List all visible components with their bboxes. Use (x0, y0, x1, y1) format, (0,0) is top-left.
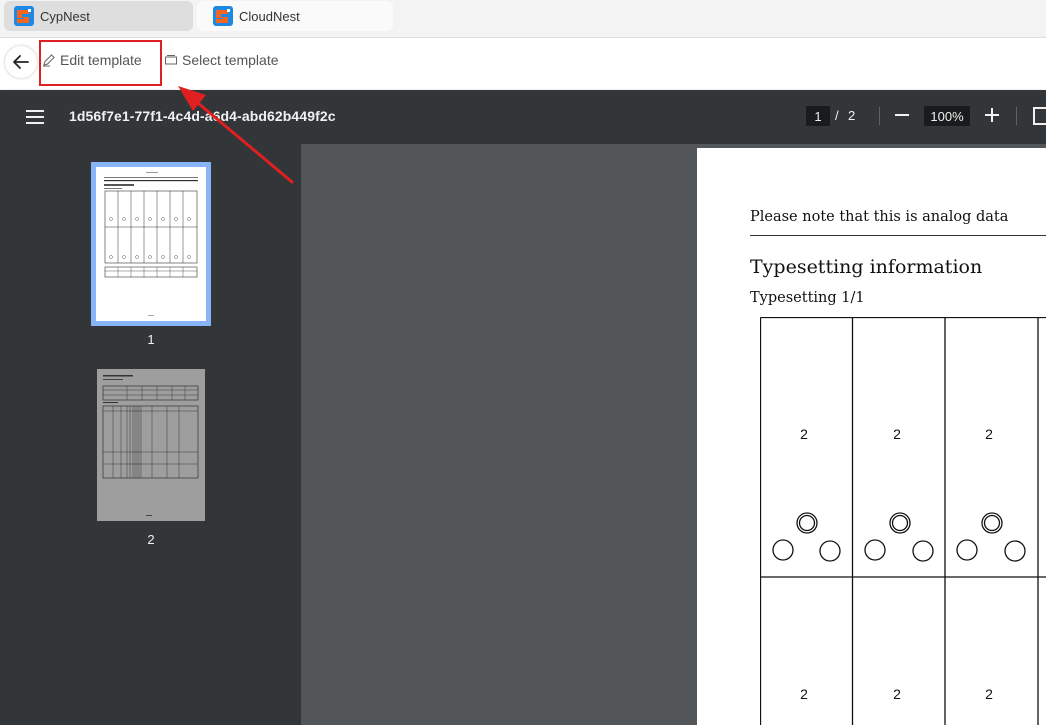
page-thumbnail-1[interactable] (91, 162, 211, 326)
tab-cloudnest[interactable]: CloudNest (197, 1, 393, 31)
cell-value: 2 (985, 686, 993, 702)
typesetting-layout-grid: 2 2 2 2 2 2 (760, 317, 1046, 725)
template-icon (165, 55, 177, 65)
tab-bar: CypNest CloudNest (0, 0, 1046, 38)
minus-icon (895, 114, 909, 116)
thumbnail-label: 2 (147, 532, 155, 547)
page-total: 2 (848, 108, 856, 123)
divider-line (750, 235, 1046, 236)
thumbnail-sidebar: 1 2 (0, 144, 301, 725)
thumbnail-preview-graphic (102, 375, 199, 516)
thumbnail-preview-graphic (104, 172, 198, 316)
cell-value: 2 (800, 686, 808, 702)
page-thumbnail-2[interactable] (97, 369, 205, 521)
document-canvas: Please note that this is analog data Typ… (301, 144, 1046, 725)
page-separator: / (835, 108, 839, 123)
analog-data-note: Please note that this is analog data (750, 209, 1009, 225)
cell-value: 2 (985, 426, 993, 442)
fit-to-page-icon[interactable] (1033, 107, 1046, 125)
divider (879, 107, 880, 125)
cell-value: 2 (893, 426, 901, 442)
divider (1016, 107, 1017, 125)
zoom-in-button[interactable] (983, 105, 1001, 125)
arrow-left-icon (13, 55, 29, 69)
cypnest-logo-icon (14, 6, 34, 26)
zoom-level-input[interactable]: 100% (924, 106, 970, 126)
document-page: Please note that this is analog data Typ… (697, 148, 1046, 725)
tab-cypnest[interactable]: CypNest (4, 1, 193, 31)
document-title: 1d56f7e1-77f1-4c4d-a6d4-abd62b449f2c (69, 108, 336, 124)
thumbnail-label: 1 (147, 332, 155, 347)
select-template-label: Select template (182, 52, 279, 68)
select-template-button[interactable]: Select template (164, 52, 279, 68)
tab-label: CypNest (40, 8, 90, 24)
menu-icon[interactable] (26, 109, 44, 125)
page-number-input[interactable]: 1 (806, 106, 830, 126)
zoom-out-button[interactable] (893, 105, 911, 125)
cell-value: 2 (893, 686, 901, 702)
cell-value: 2 (800, 426, 808, 442)
back-button[interactable] (5, 46, 37, 78)
pdf-viewer-header: 1d56f7e1-77f1-4c4d-a6d4-abd62b449f2c 1 /… (0, 90, 1046, 144)
annotation-highlight-box (39, 40, 162, 86)
plus-icon (985, 108, 999, 122)
tab-label: CloudNest (239, 8, 300, 24)
typesetting-subheading: Typesetting 1/1 (750, 290, 865, 306)
typesetting-heading: Typesetting information (750, 256, 983, 278)
thumbnail-page-preview (96, 167, 206, 321)
cloudnest-logo-icon (213, 6, 233, 26)
